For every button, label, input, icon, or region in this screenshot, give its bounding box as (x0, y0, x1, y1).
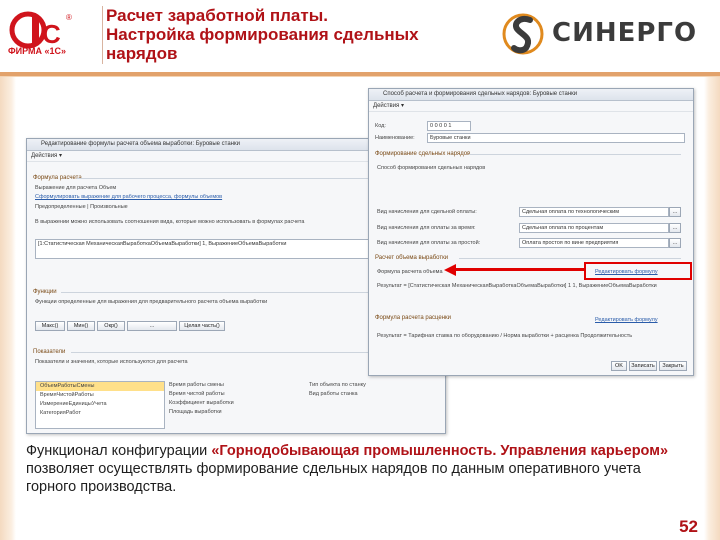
list-item[interactable]: КатегорияРабот (36, 409, 164, 418)
output-formula-result: Результат = [Статистическая Механическая… (377, 283, 657, 289)
slide-caption: Функционал конфигурации «Горнодобывающая… (26, 442, 694, 496)
indicators-list[interactable]: ОбъемРаботыСмены ВремяЧистойРаботы Измер… (35, 381, 165, 429)
slide-title: Расчет заработной платы. Настройка форми… (106, 6, 496, 63)
1c-logo-subtitle: ФИРМА «1С» (8, 46, 67, 56)
header-bar-light (0, 76, 720, 77)
title-line-1: Расчет заработной платы. (106, 6, 328, 25)
piecework-subtitle: Способ формирования сдельных нарядов (377, 165, 486, 171)
section-output-calc: Расчет объема выработки (375, 255, 449, 261)
accrual-field-1[interactable]: Сдельная оплата по технологическим (519, 207, 669, 217)
caption-part-1: Функционал конфигурации (26, 443, 212, 459)
section-separator (469, 154, 681, 155)
section-formula: Формула расчета (33, 175, 82, 181)
more-functions-button[interactable]: ... (127, 321, 177, 331)
max-function-button[interactable]: Макс() (35, 321, 65, 331)
round-function-button[interactable]: Окр() (97, 321, 125, 331)
list-item[interactable]: Время работы смены (169, 381, 299, 390)
settings-window: Способ расчета и формирования сдельных н… (368, 88, 694, 376)
caption-highlight: «Горнодобывающая промышленность. Управле… (211, 443, 669, 459)
select-button-3[interactable]: … (669, 238, 681, 248)
right-gradient (704, 77, 720, 540)
list-item[interactable]: Площадь выработки (169, 408, 299, 417)
accrual-label-1: Вид начисления для сдельной оплаты: (377, 209, 477, 215)
page-number: 52 (679, 517, 698, 536)
int-function-button[interactable]: Целая часть() (179, 321, 225, 331)
svg-text:®: ® (66, 13, 72, 22)
code-label: Код: (375, 123, 386, 129)
accrual-label-3: Вид начисления для оплаты за простой: (377, 240, 481, 246)
title-line-2: Настройка формирования сдельных (106, 25, 419, 44)
edit-rate-formula-link[interactable]: Редактировать формулу (595, 317, 658, 323)
close-button[interactable]: Закрыть (659, 361, 687, 371)
select-button-1[interactable]: … (669, 207, 681, 217)
select-button-2[interactable]: … (669, 223, 681, 233)
title-line-3: нарядов (106, 44, 178, 63)
list-item[interactable]: Время чистой работы (169, 390, 299, 399)
sinergo-logo-text: СИНЕРГО (552, 18, 698, 48)
name-field[interactable]: Буровые станки (427, 133, 685, 143)
ok-button[interactable]: OK (611, 361, 627, 371)
list-item[interactable]: ВремяЧистойРаботы (36, 391, 164, 400)
highlight-rectangle (584, 262, 692, 280)
caption-part-2: позволяет осуществлять формирование сдел… (26, 461, 641, 495)
save-button[interactable]: Записать (629, 361, 657, 371)
indicators-list-2: Время работы смены Время чистой работы К… (169, 381, 299, 427)
highlight-arrow-line (456, 268, 584, 271)
accrual-field-2[interactable]: Сдельная оплата по процентам (519, 223, 669, 233)
code-field[interactable]: 0 0 0 0 1 (427, 121, 471, 131)
arrow-left-icon (444, 264, 456, 276)
indicators-list-3: Тип объекта по станку Вид работы станка (309, 381, 437, 427)
list-item[interactable]: ОбъемРаботыСмены (36, 382, 164, 391)
list-item[interactable]: Коэффициент выработки (169, 399, 299, 408)
settings-actions-menu[interactable]: Действия ▾ (369, 101, 693, 112)
sinergo-logo-icon (502, 8, 544, 60)
settings-window-title: Способ расчета и формирования сдельных н… (369, 89, 693, 101)
list-item[interactable]: Вид работы станка (309, 390, 437, 399)
section-rate-formula: Формула расчета расценки (375, 315, 452, 321)
svg-text:С: С (42, 19, 61, 49)
section-separator (459, 258, 681, 259)
min-function-button[interactable]: Мин() (67, 321, 95, 331)
section-piecework-orders: Формирование сдельных нарядов (375, 151, 471, 157)
list-item[interactable]: Тип объекта по станку (309, 381, 437, 390)
output-formula-subtitle: Формула расчета объема (377, 269, 443, 275)
rate-formula-result: Результат = Тарифная ставка по оборудова… (377, 333, 633, 339)
name-label: Наименование: (375, 135, 415, 141)
header-divider (102, 6, 103, 64)
list-item[interactable]: ИзмерениеЕдиницыУчета (36, 400, 164, 409)
left-gradient (0, 77, 16, 540)
section-indicators: Показатели (33, 349, 66, 355)
accrual-field-3[interactable]: Оплата простоя по вине предприятия (519, 238, 669, 248)
section-functions: Функции (33, 289, 57, 295)
accrual-label-2: Вид начисления для оплаты за время: (377, 225, 476, 231)
